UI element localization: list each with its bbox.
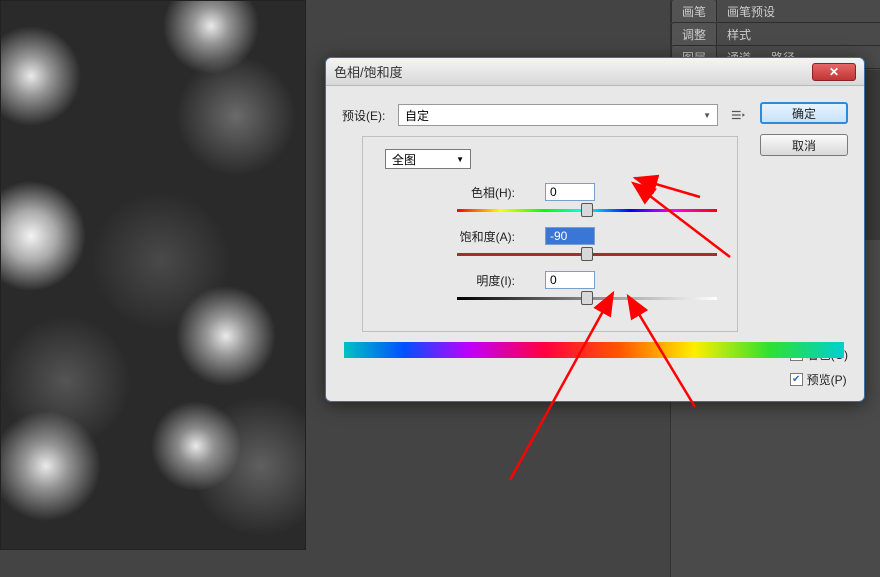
saturation-slider[interactable]: [457, 249, 717, 259]
lightness-thumb[interactable]: [581, 291, 593, 305]
lightness-input[interactable]: [545, 271, 595, 289]
hue-label: 色相(H):: [385, 184, 545, 201]
preset-value: 自定: [405, 107, 429, 124]
saturation-thumb[interactable]: [581, 247, 593, 261]
hue-input[interactable]: [545, 183, 595, 201]
dialog-button-column: 确定 取消: [760, 102, 848, 156]
saturation-input[interactable]: [545, 227, 595, 245]
document-canvas[interactable]: [0, 0, 306, 550]
preview-label: 预览(P): [807, 371, 847, 388]
preset-label: 预设(E):: [342, 107, 398, 124]
preset-menu-icon[interactable]: [730, 107, 746, 123]
preview-checkbox[interactable]: ✔: [790, 373, 803, 386]
edit-value: 全图: [392, 151, 416, 168]
cancel-button[interactable]: 取消: [760, 134, 848, 156]
tab-brush-preset[interactable]: 画笔预设: [717, 0, 785, 23]
saturation-label: 饱和度(A):: [385, 228, 545, 245]
tab-style[interactable]: 样式: [717, 23, 761, 46]
close-button[interactable]: ✕: [812, 63, 856, 81]
hue-slider[interactable]: [457, 205, 717, 215]
dialog-title: 色相/饱和度: [334, 62, 403, 81]
edit-select[interactable]: 全图: [385, 149, 471, 169]
spectrum-bar: [344, 342, 844, 358]
saturation-row: 饱和度(A):: [385, 227, 715, 245]
panel-tabs-brush: 画笔 画笔预设: [671, 0, 880, 23]
tab-brush[interactable]: 画笔: [671, 0, 717, 23]
hue-saturation-dialog: 色相/饱和度 ✕ 预设(E): 自定 确定 取消 全图 色相(H):: [325, 57, 865, 402]
close-icon: ✕: [829, 65, 839, 79]
hue-thumb[interactable]: [581, 203, 593, 217]
lightness-slider[interactable]: [457, 293, 717, 303]
ok-button[interactable]: 确定: [760, 102, 848, 124]
tab-adjust[interactable]: 调整: [671, 22, 717, 46]
preset-select[interactable]: 自定: [398, 104, 718, 126]
preview-checkbox-row[interactable]: ✔ 预览(P): [790, 371, 848, 388]
slider-group: 全图 色相(H): 饱和度(A): 明度(I):: [362, 136, 738, 332]
dialog-titlebar[interactable]: 色相/饱和度 ✕: [326, 58, 864, 86]
dialog-body: 预设(E): 自定 确定 取消 全图 色相(H):: [326, 86, 864, 372]
panel-tabs-adjust: 调整 样式: [671, 23, 880, 46]
lightness-label: 明度(I):: [385, 272, 545, 289]
lightness-row: 明度(I):: [385, 271, 715, 289]
hue-row: 色相(H):: [385, 183, 715, 201]
